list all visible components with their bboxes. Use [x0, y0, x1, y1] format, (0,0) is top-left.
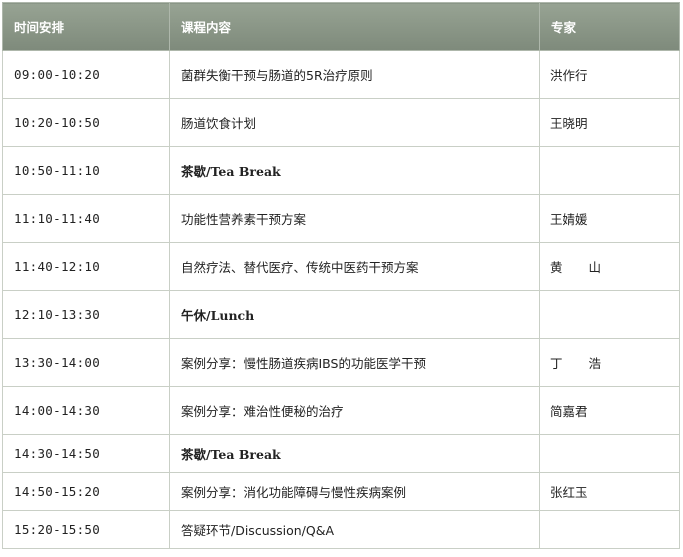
- expert-cell: [539, 290, 680, 339]
- expert-cell: [539, 146, 680, 195]
- expert-cell: 丁 浩: [539, 338, 680, 387]
- time-cell: 10:50-11:10: [2, 146, 170, 195]
- table-row: 10:20-10:50 肠道饮食计划 王晓明: [2, 98, 680, 147]
- table-body: 09:00-10:20 菌群失衡干预与肠道的5R治疗原则 洪作行 10:20-10:5…: [2, 50, 680, 549]
- break-cell: 午休/Lunch: [169, 290, 540, 339]
- course-cell: 案例分享：难治性便秘的治疗: [169, 386, 540, 435]
- table-row: 09:00-10:20 菌群失衡干预与肠道的5R治疗原则 洪作行: [2, 50, 680, 99]
- time-cell: 14:50-15:20: [2, 472, 170, 511]
- header-expert: 专家: [539, 2, 680, 51]
- course-cell: 案例分享：消化功能障碍与慢性疾病案例: [169, 472, 540, 511]
- course-cell: 答疑环节/Discussion/Q&A: [169, 510, 540, 549]
- course-cell: 功能性营养素干预方案: [169, 194, 540, 243]
- expert-cell: 王晓明: [539, 98, 680, 147]
- time-cell: 14:00-14:30: [2, 386, 170, 435]
- header-course: 课程内容: [169, 2, 540, 51]
- time-cell: 14:30-14:50: [2, 434, 170, 473]
- expert-cell: 王婧媛: [539, 194, 680, 243]
- table-row: 12:10-13:30 午休/Lunch: [2, 290, 680, 339]
- table-row: 14:50-15:20 案例分享：消化功能障碍与慢性疾病案例 张红玉: [2, 472, 680, 511]
- expert-cell: [539, 510, 680, 549]
- table-row: 10:50-11:10 茶歇/Tea Break: [2, 146, 680, 195]
- time-cell: 09:00-10:20: [2, 50, 170, 99]
- course-cell: 自然疗法、替代医疗、传统中医药干预方案: [169, 242, 540, 291]
- time-cell: 15:20-15:50: [2, 510, 170, 549]
- table-header-row: 时间安排 课程内容 专家: [2, 2, 680, 51]
- course-cell: 肠道饮食计划: [169, 98, 540, 147]
- time-cell: 10:20-10:50: [2, 98, 170, 147]
- time-cell: 11:40-12:10: [2, 242, 170, 291]
- expert-cell: 黄 山: [539, 242, 680, 291]
- course-cell: 案例分享：慢性肠道疾病IBS的功能医学干预: [169, 338, 540, 387]
- time-cell: 11:10-11:40: [2, 194, 170, 243]
- expert-cell: [539, 434, 680, 473]
- table-row: 11:40-12:10 自然疗法、替代医疗、传统中医药干预方案黄 山: [2, 242, 680, 291]
- expert-cell: 洪作行: [539, 50, 680, 99]
- time-cell: 12:10-13:30: [2, 290, 170, 339]
- expert-cell: 张红玉: [539, 472, 680, 511]
- table-row: 15:20-15:50 答疑环节/Discussion/Q&A: [2, 510, 680, 549]
- schedule-table: 时间安排 课程内容 专家 09:00-10:20 菌群失衡干预与肠道的5R治疗原则…: [2, 2, 680, 549]
- table-row: 14:30-14:50 茶歇/Tea Break: [2, 434, 680, 473]
- header-time: 时间安排: [2, 2, 170, 51]
- table-row: 13:30-14:00 案例分享：慢性肠道疾病IBS的功能医学干预丁 浩: [2, 338, 680, 387]
- time-cell: 13:30-14:00: [2, 338, 170, 387]
- break-cell: 茶歇/Tea Break: [169, 434, 540, 473]
- expert-cell: 简嘉君: [539, 386, 680, 435]
- table-row: 14:00-14:30 案例分享：难治性便秘的治疗 简嘉君: [2, 386, 680, 435]
- table-row: 11:10-11:40 功能性营养素干预方案 王婧媛: [2, 194, 680, 243]
- break-cell: 茶歇/Tea Break: [169, 146, 540, 195]
- course-cell: 菌群失衡干预与肠道的5R治疗原则: [169, 50, 540, 99]
